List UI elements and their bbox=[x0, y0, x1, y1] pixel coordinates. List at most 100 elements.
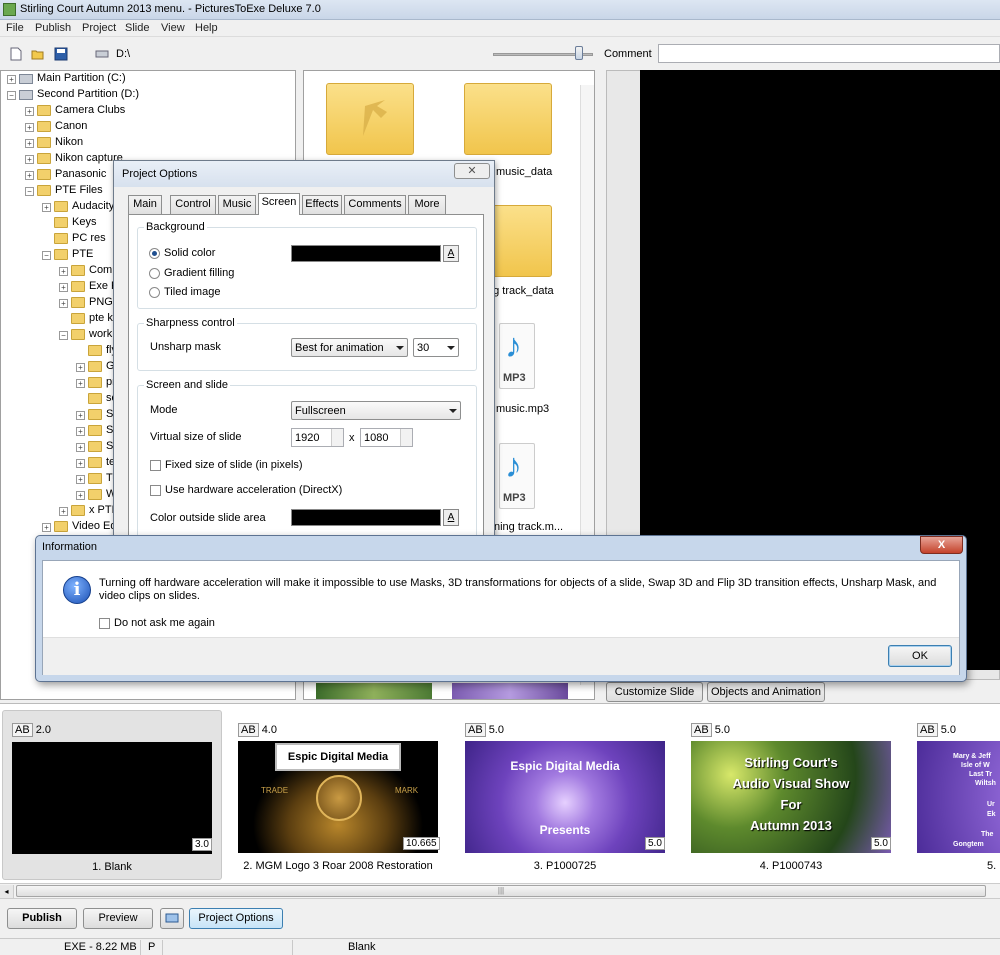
expand-icon[interactable]: + bbox=[76, 427, 85, 436]
solid-color-radio[interactable] bbox=[149, 248, 160, 259]
expand-icon[interactable]: + bbox=[25, 107, 34, 116]
tab-screen[interactable]: Screen bbox=[258, 193, 300, 215]
slide-thumbnail[interactable]: AB 4.0 Espic Digital Media TRADE MARK 10.… bbox=[228, 710, 448, 880]
folder-icon bbox=[37, 121, 51, 132]
unsharp-value-select[interactable]: 30 bbox=[413, 338, 459, 357]
close-button[interactable]: X bbox=[920, 536, 963, 554]
menu-help[interactable]: Help bbox=[195, 22, 218, 34]
close-icon[interactable]: ✕ bbox=[454, 163, 490, 179]
save-icon[interactable] bbox=[54, 47, 68, 61]
expand-icon[interactable]: + bbox=[59, 283, 68, 292]
expand-icon[interactable]: + bbox=[59, 507, 68, 516]
slide-width-input[interactable]: 1920 bbox=[291, 428, 344, 447]
expand-icon[interactable]: + bbox=[25, 171, 34, 180]
checkbox-label: Do not ask me again bbox=[114, 617, 215, 629]
hardware-acceleration-checkbox[interactable] bbox=[150, 485, 161, 496]
mp3-icon[interactable]: ♪ MP3 bbox=[499, 443, 535, 509]
duration-badge: 10.665 bbox=[403, 837, 440, 850]
color-picker-button[interactable]: A bbox=[443, 509, 459, 526]
expand-icon[interactable]: + bbox=[76, 459, 85, 468]
expand-icon[interactable]: + bbox=[76, 411, 85, 420]
duration-badge: 3.0 bbox=[192, 838, 212, 851]
file-name: music.mp3 bbox=[496, 403, 550, 415]
expand-icon[interactable]: + bbox=[76, 475, 85, 484]
up-arrow-icon bbox=[363, 100, 387, 136]
expand-icon[interactable]: + bbox=[76, 363, 85, 372]
project-options-button[interactable]: Project Options bbox=[189, 908, 283, 929]
folder-icon bbox=[88, 457, 102, 468]
monitor-button[interactable] bbox=[160, 908, 184, 929]
publish-button[interactable]: Publish bbox=[7, 908, 77, 929]
color-picker-button[interactable]: A bbox=[443, 245, 459, 262]
spinner-icon bbox=[331, 429, 343, 446]
fixed-size-checkbox[interactable] bbox=[150, 460, 161, 471]
background-color-swatch[interactable] bbox=[291, 245, 441, 262]
bottom-toolbar: Publish Preview Project Options bbox=[0, 900, 1000, 938]
collapse-icon[interactable]: − bbox=[59, 331, 68, 340]
menu-slide[interactable]: Slide bbox=[125, 22, 149, 34]
mode-select[interactable]: Fullscreen bbox=[291, 401, 461, 420]
expand-icon[interactable]: + bbox=[25, 123, 34, 132]
folder-icon bbox=[71, 505, 85, 516]
slide-list: AB 2.0 3.0 1. Blank AB 4.0 Espic Digital M… bbox=[0, 703, 1000, 883]
expand-icon[interactable]: + bbox=[25, 139, 34, 148]
scroll-thumb[interactable]: ||| bbox=[16, 885, 986, 897]
slide-text: Gongtem bbox=[953, 841, 984, 848]
customize-slide-button[interactable]: Customize Slide bbox=[606, 682, 703, 702]
tab-main[interactable]: Main bbox=[128, 195, 162, 214]
folder-icon bbox=[88, 361, 102, 372]
expand-icon[interactable]: + bbox=[76, 443, 85, 452]
collapse-icon[interactable]: − bbox=[25, 187, 34, 196]
open-folder-icon[interactable] bbox=[31, 47, 45, 61]
tab-comments[interactable]: Comments bbox=[344, 195, 406, 214]
expand-icon[interactable]: + bbox=[59, 267, 68, 276]
expand-icon[interactable]: + bbox=[7, 75, 16, 84]
do-not-ask-checkbox[interactable] bbox=[99, 618, 110, 629]
tiled-image-radio[interactable] bbox=[149, 287, 160, 298]
scroll-left-icon[interactable]: ◂ bbox=[0, 885, 14, 898]
slide-height-input[interactable]: 1080 bbox=[360, 428, 413, 447]
folder-icon[interactable] bbox=[464, 83, 552, 155]
folder-icon bbox=[88, 393, 102, 404]
folder-back-icon[interactable] bbox=[326, 83, 414, 155]
unsharp-mode-select[interactable]: Best for animation bbox=[291, 338, 408, 357]
slide-text: Presents bbox=[539, 823, 591, 837]
mp3-icon[interactable]: ♪ MP3 bbox=[499, 323, 535, 389]
slide-text: Espic Digital Media bbox=[510, 759, 620, 773]
tab-control[interactable]: Control bbox=[170, 195, 216, 214]
collapse-icon[interactable]: − bbox=[42, 251, 51, 260]
tab-effects[interactable]: Effects bbox=[302, 195, 342, 214]
slide-thumbnail[interactable]: AB 5.0 Espic Digital Media Presents 5.0 3… bbox=[455, 710, 675, 880]
tab-more[interactable]: More bbox=[408, 195, 446, 214]
expand-icon[interactable]: + bbox=[76, 491, 85, 500]
drive-icon bbox=[19, 74, 33, 84]
menu-file[interactable]: File bbox=[6, 22, 24, 34]
slide-thumbnail[interactable]: AB 2.0 3.0 1. Blank bbox=[2, 710, 222, 880]
ok-button[interactable]: OK bbox=[888, 645, 952, 667]
collapse-icon[interactable]: − bbox=[7, 91, 16, 100]
zoom-slider-thumb[interactable] bbox=[575, 46, 583, 60]
preview-button[interactable]: Preview bbox=[83, 908, 153, 929]
expand-icon[interactable]: + bbox=[59, 299, 68, 308]
slide-text: Isle of W bbox=[961, 762, 990, 769]
tab-music[interactable]: Music bbox=[218, 195, 256, 214]
folder-icon bbox=[37, 137, 51, 148]
menu-publish[interactable]: Publish bbox=[35, 22, 71, 34]
expand-icon[interactable]: + bbox=[76, 379, 85, 388]
new-file-icon[interactable] bbox=[9, 47, 23, 61]
app-icon bbox=[3, 3, 16, 16]
slide-thumbnail[interactable]: AB 5.0 Mary & Jeff Isle of W Last Tr Wilt… bbox=[907, 710, 1000, 880]
gradient-filling-radio[interactable] bbox=[149, 268, 160, 279]
expand-icon[interactable]: + bbox=[25, 155, 34, 164]
folder-icon bbox=[88, 409, 102, 420]
slide-list-scrollbar[interactable]: ◂ ||| bbox=[0, 883, 1000, 899]
menu-view[interactable]: View bbox=[161, 22, 185, 34]
information-dialog: Information X i Turning off hardware acc… bbox=[35, 535, 967, 682]
objects-animation-button[interactable]: Objects and Animation bbox=[707, 682, 825, 702]
expand-icon[interactable]: + bbox=[42, 203, 51, 212]
outside-color-swatch[interactable] bbox=[291, 509, 441, 526]
slide-thumbnail[interactable]: AB 5.0 Stirling Court's Audio Visual Show… bbox=[681, 710, 901, 880]
menu-project[interactable]: Project bbox=[82, 22, 116, 34]
expand-icon[interactable]: + bbox=[42, 523, 51, 532]
comment-input[interactable] bbox=[658, 44, 1000, 63]
